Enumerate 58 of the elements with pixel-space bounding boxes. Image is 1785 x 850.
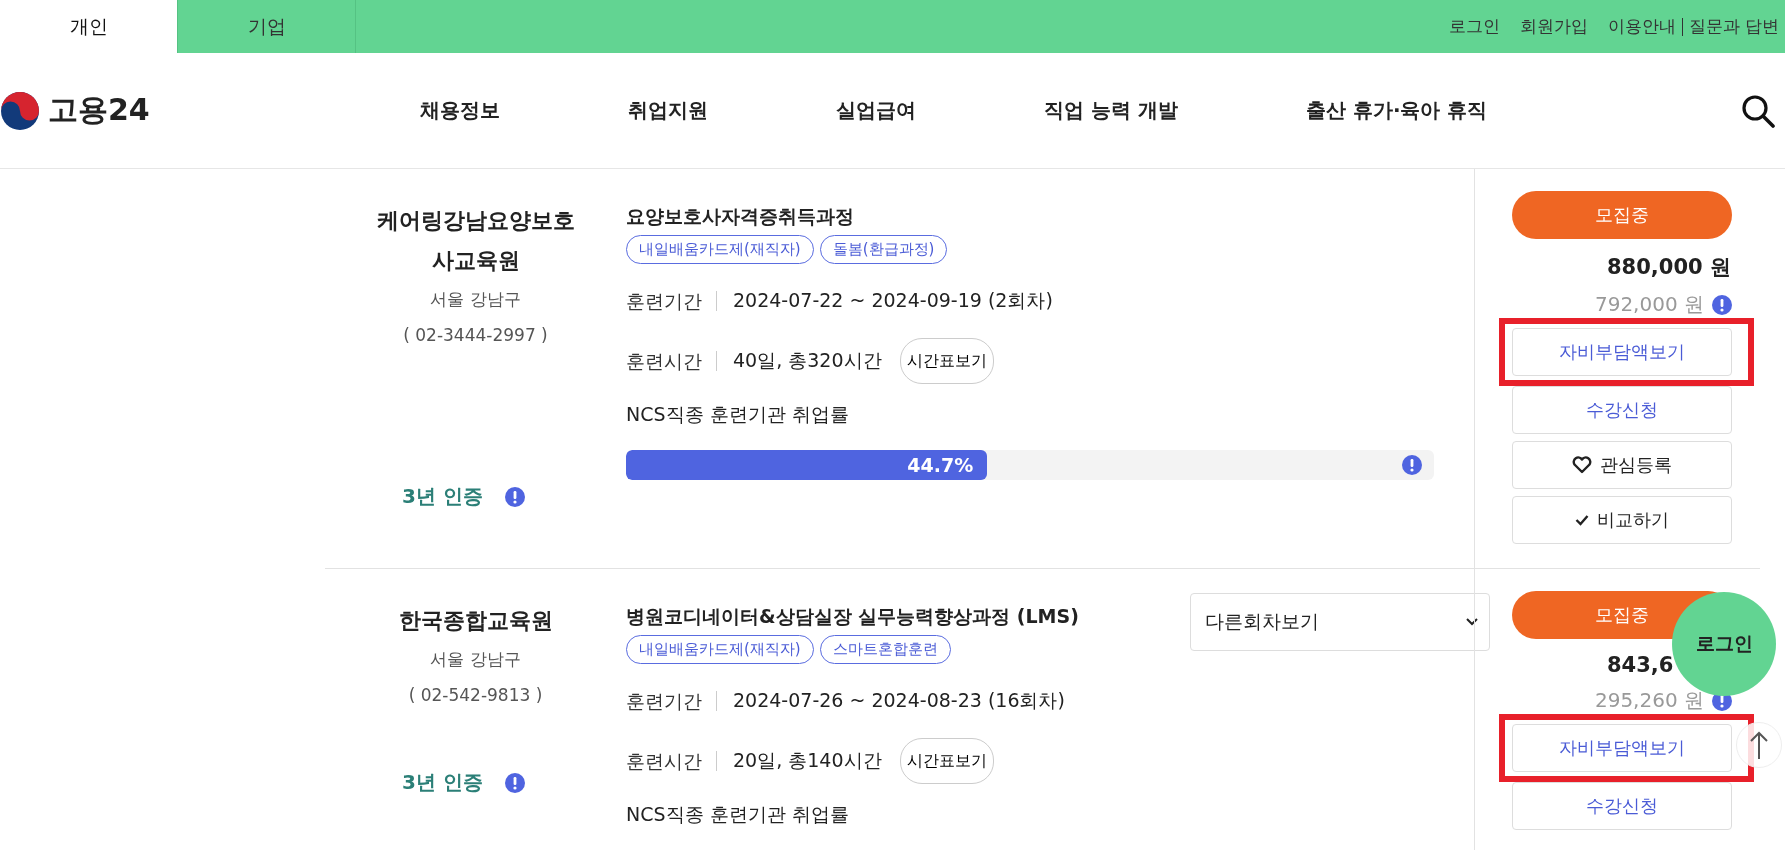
field-label: 훈련기간 <box>626 291 717 311</box>
action-button[interactable]: 수강신청 <box>1512 386 1732 434</box>
top-link[interactable]: 로그인 <box>1448 15 1500 38</box>
field-value: 2024-07-22 ~ 2024-09-19 (2회차) <box>733 288 1053 313</box>
field-label: 훈련기간 <box>626 691 717 711</box>
progress-reading: 44.7% <box>907 454 975 476</box>
action-button[interactable]: 자비부담액보기 <box>1512 328 1732 376</box>
certification-label: 3년 인증 <box>402 483 483 510</box>
discount-price: 792,000 원 <box>1594 291 1704 318</box>
institution-name: 한국종합교육원 <box>397 607 554 635</box>
info-icon <box>1402 455 1422 475</box>
region-text: 서울 강남구 <box>430 288 521 311</box>
nav-item[interactable]: 채용정보 <box>420 97 500 124</box>
logo-icon <box>0 90 40 131</box>
heart-icon <box>1572 456 1592 474</box>
field-value: 20일, 총140시간 <box>733 748 882 773</box>
field-label: 훈련시간 <box>626 751 717 771</box>
price-text: 880,000 원 <box>1606 254 1732 281</box>
info-icon <box>504 486 525 507</box>
info-icon <box>504 772 525 793</box>
arrow-up-icon <box>1748 730 1770 760</box>
search-button[interactable] <box>1741 93 1775 128</box>
tab[interactable]: 기업 <box>178 0 356 53</box>
action-button[interactable]: 수강신청 <box>1512 782 1732 830</box>
timetable-button[interactable]: 시간표보기 <box>899 338 994 384</box>
field-value: 40일, 총320시간 <box>733 348 882 373</box>
nav-item[interactable]: 취업지원 <box>628 97 708 124</box>
region-text: 서울 강남구 <box>430 648 521 671</box>
phone-number: ( 02-542-9813 ) <box>408 684 543 707</box>
nav-item[interactable]: 실업급여 <box>836 97 916 124</box>
rate-label: NCS직종 훈련기관 취업률 <box>626 802 850 827</box>
field-label: 훈련시간 <box>626 351 717 371</box>
scroll-top-button[interactable] <box>1736 722 1782 768</box>
logo-text[interactable]: 고용24 <box>48 90 150 131</box>
price-text: 843,6 <box>1606 653 1675 677</box>
top-link[interactable]: 이용안내 <box>1607 15 1676 38</box>
phone-number: ( 02-3444-2997 ) <box>403 324 548 347</box>
course-title[interactable]: 요양보호사자격증취득과정 <box>626 201 948 231</box>
course-title[interactable]: 병원코디네이터&상담실장 실무능력향상과정 (LMS) <box>626 601 1079 631</box>
tab[interactable]: 개인 <box>0 0 178 53</box>
certification-label: 3년 인증 <box>402 769 483 796</box>
search-icon <box>1741 93 1775 128</box>
action-button[interactable]: 자비부담액보기 <box>1512 724 1732 772</box>
action-button[interactable]: 비교하기 <box>1512 496 1732 544</box>
field-value: 2024-07-26 ~ 2024-08-23 (16회차) <box>733 688 1065 713</box>
top-link[interactable]: 회원가입 <box>1519 15 1588 38</box>
timetable-button[interactable]: 시간표보기 <box>899 738 994 784</box>
chevron-down-icon <box>1465 617 1479 627</box>
nav-item[interactable]: 직업 능력 개발 <box>1044 97 1178 124</box>
round-dropdown[interactable]: 다른회차보기 <box>1190 593 1490 651</box>
info-icon <box>1712 294 1732 315</box>
rate-label: NCS직종 훈련기관 취업률 <box>626 402 850 427</box>
action-button[interactable]: 관심등록 <box>1512 441 1732 489</box>
check-icon <box>1575 514 1589 526</box>
status-badge: 모집중 <box>1512 191 1732 239</box>
top-link[interactable]: 질문과 답변 <box>1688 15 1779 38</box>
institution-name: 케어링강남요양보호사교육원 <box>375 207 576 275</box>
nav-item[interactable]: 출산 휴가·육아 휴직 <box>1305 97 1488 124</box>
